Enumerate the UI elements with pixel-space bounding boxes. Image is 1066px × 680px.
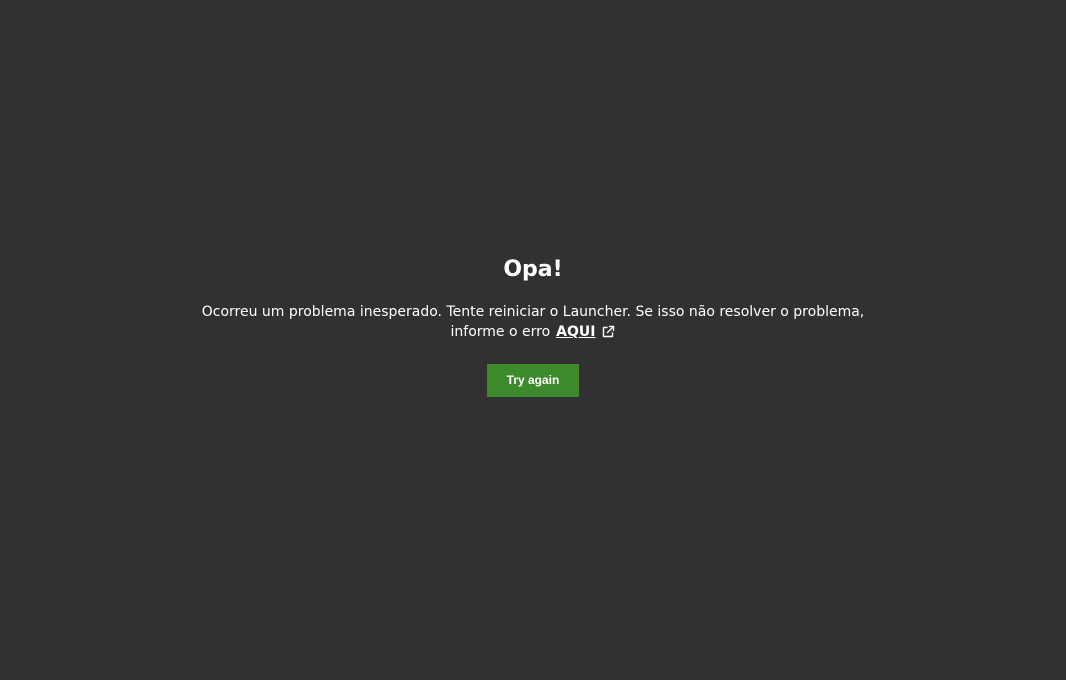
error-title: Opa! — [503, 257, 563, 282]
error-panel: Opa! Ocorreu um problema inesperado. Ten… — [0, 252, 1066, 397]
external-link-icon — [601, 325, 615, 339]
report-error-link-label: AQUI — [556, 324, 596, 340]
error-message: Ocorreu um problema inesperado. Tente re… — [173, 302, 893, 342]
report-error-link[interactable]: AQUI — [556, 322, 615, 342]
error-message-text: Ocorreu um problema inesperado. Tente re… — [201, 304, 865, 340]
try-again-button[interactable]: Try again — [487, 364, 579, 397]
error-page: Opa! Ocorreu um problema inesperado. Ten… — [0, 0, 1066, 680]
